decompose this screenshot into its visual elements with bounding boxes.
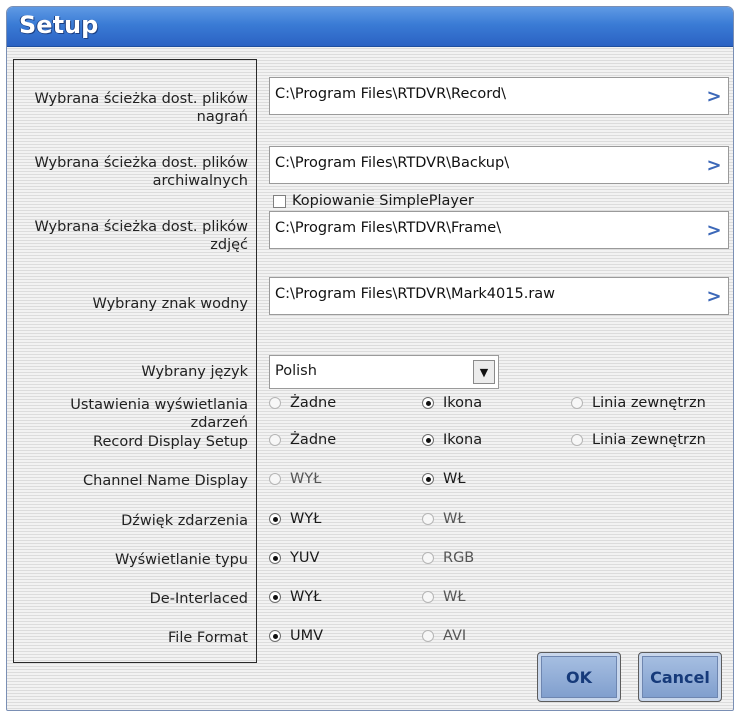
radio-label: RGB [443, 550, 475, 566]
radio-label: Linia zewnętrzn [592, 432, 706, 448]
channel-name-off-radio[interactable]: WYŁ [269, 471, 321, 487]
record-path-value: C:\Program Files\RTDVR\Record\ [275, 86, 507, 102]
radio-label: WYŁ [290, 471, 322, 487]
radio-icon [422, 552, 434, 564]
label-language: Wybrany język [141, 364, 248, 380]
radio-icon [269, 434, 281, 446]
label-event-sound: Dźwięk zdarzenia [121, 513, 248, 529]
watermark-path-field[interactable]: C:\Program Files\RTDVR\Mark4015.raw > [269, 277, 729, 315]
radio-label: Żadne [290, 395, 337, 411]
radio-icon [269, 473, 281, 485]
window-title: Setup [19, 11, 99, 39]
backup-path-browse-button[interactable]: > [702, 152, 726, 178]
radio-selected-icon [422, 434, 434, 446]
radio-label: AVI [443, 628, 467, 644]
label-event-display: Ustawienia wyświetlania zdarzeń [70, 397, 248, 431]
channel-name-on-radio[interactable]: WŁ [422, 471, 466, 487]
radio-icon [422, 630, 434, 642]
radio-label: Ikona [443, 432, 483, 448]
radio-icon [422, 591, 434, 603]
deinterlaced-on-radio[interactable]: WŁ [422, 589, 466, 605]
watermark-path-browse-button[interactable]: > [702, 283, 726, 309]
radio-label: WŁ [443, 589, 466, 605]
event-sound-off-radio[interactable]: WYŁ [269, 511, 321, 527]
radio-selected-icon [422, 397, 434, 409]
radio-label: Ikona [443, 395, 483, 411]
record-path-browse-button[interactable]: > [702, 83, 726, 109]
labels-panel: Wybrana ścieżka dost. plików nagrań Wybr… [13, 59, 257, 663]
radio-label: WYŁ [290, 589, 322, 605]
event-display-outline-radio[interactable]: Linia zewnętrzn [571, 395, 706, 411]
record-display-icon-radio[interactable]: Ikona [422, 432, 482, 448]
file-format-avi-radio[interactable]: AVI [422, 628, 466, 644]
label-backup-path: Wybrana ścieżka dost. plików archiwalnyc… [34, 155, 248, 189]
radio-icon [422, 513, 434, 525]
label-display-type: Wyświetlanie typu [114, 552, 248, 568]
backup-path-value: C:\Program Files\RTDVR\Backup\ [275, 155, 510, 171]
radio-label: YUV [290, 550, 320, 566]
frame-path-field[interactable]: C:\Program Files\RTDVR\Frame\ > [269, 211, 729, 249]
file-format-umv-radio[interactable]: UMV [269, 628, 323, 644]
event-display-icon-radio[interactable]: Ikona [422, 395, 482, 411]
label-deinterlaced: De-Interlaced [149, 591, 248, 607]
radio-icon [269, 397, 281, 409]
label-record-display: Record Display Setup [93, 434, 248, 450]
display-type-rgb-radio[interactable]: RGB [422, 550, 474, 566]
frame-path-value: C:\Program Files\RTDVR\Frame\ [275, 220, 502, 236]
record-display-none-radio[interactable]: Żadne [269, 432, 336, 448]
copy-simpleplayer-checkbox[interactable]: Kopiowanie SimplePlayer [273, 193, 474, 209]
title-bar[interactable]: Setup [7, 7, 733, 47]
setup-dialog: Setup Wybrana ścieżka dost. plików nagra… [6, 6, 734, 711]
radio-selected-icon [269, 591, 281, 603]
label-frame-path: Wybrana ścieżka dost. plików zdjęć [34, 219, 248, 253]
event-display-none-radio[interactable]: Żadne [269, 395, 336, 411]
event-sound-on-radio[interactable]: WŁ [422, 511, 466, 527]
chevron-down-icon[interactable]: ▼ [473, 360, 495, 384]
record-path-field[interactable]: C:\Program Files\RTDVR\Record\ > [269, 77, 729, 115]
label-watermark: Wybrany znak wodny [92, 296, 249, 312]
display-type-yuv-radio[interactable]: YUV [269, 550, 319, 566]
radio-label: Linia zewnętrzn [592, 395, 706, 411]
radio-label: Żadne [290, 432, 337, 448]
radio-icon [571, 397, 583, 409]
backup-path-field[interactable]: C:\Program Files\RTDVR\Backup\ > [269, 146, 729, 184]
label-channel-name-display: Channel Name Display [83, 473, 248, 489]
radio-label: WŁ [443, 511, 466, 527]
label-record-path: Wybrana ścieżka dost. plików nagrań [34, 91, 248, 125]
radio-label: UMV [290, 628, 324, 644]
record-display-outline-radio[interactable]: Linia zewnętrzn [571, 432, 706, 448]
language-select[interactable]: Polish ▼ [269, 355, 499, 389]
language-value: Polish [275, 363, 317, 379]
radio-label: WYŁ [290, 511, 322, 527]
deinterlaced-off-radio[interactable]: WYŁ [269, 589, 321, 605]
cancel-button[interactable]: Cancel [638, 652, 722, 702]
ok-button[interactable]: OK [537, 652, 621, 702]
frame-path-browse-button[interactable]: > [702, 217, 726, 243]
radio-selected-icon [269, 552, 281, 564]
radio-label: WŁ [443, 471, 466, 487]
label-file-format: File Format [168, 630, 248, 646]
copy-simpleplayer-label: Kopiowanie SimplePlayer [292, 193, 474, 209]
radio-selected-icon [269, 630, 281, 642]
watermark-path-value: C:\Program Files\RTDVR\Mark4015.raw [275, 286, 556, 302]
radio-selected-icon [422, 473, 434, 485]
radio-selected-icon [269, 513, 281, 525]
checkbox-box[interactable] [273, 194, 286, 208]
radio-icon [571, 434, 583, 446]
